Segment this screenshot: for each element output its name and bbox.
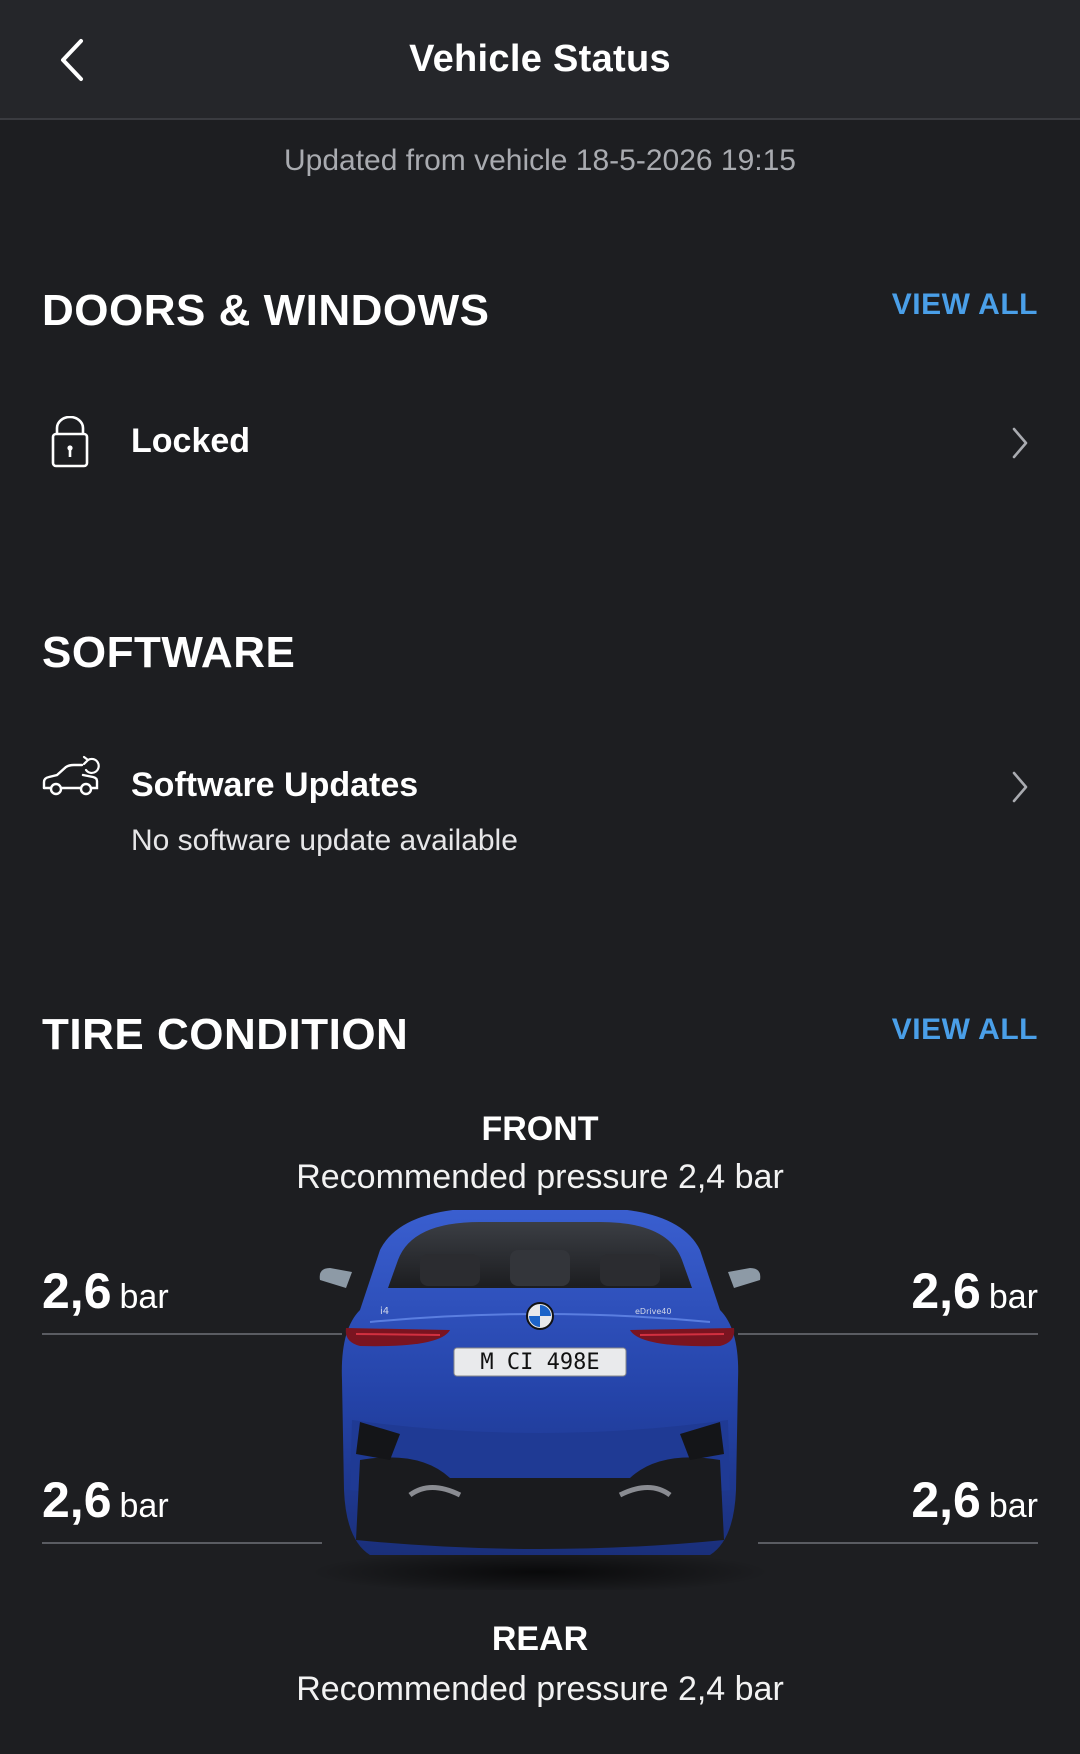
chevron-right-icon bbox=[1012, 771, 1028, 803]
model-badge: i4 bbox=[380, 1306, 389, 1317]
chevron-right-icon bbox=[1012, 427, 1028, 459]
pressure-value: 2,6 bbox=[42, 1472, 112, 1528]
lock-status-label: Locked bbox=[131, 422, 251, 460]
front-left-divider bbox=[42, 1333, 342, 1335]
pressure-unit: bar bbox=[119, 1487, 169, 1525]
front-right-divider bbox=[738, 1333, 1038, 1335]
top-bar: Vehicle Status bbox=[0, 0, 1080, 120]
vehicle-rear-image: i4 eDrive40 M CI 498E bbox=[310, 1210, 770, 1590]
tire-condition-heading: TIRE CONDITION bbox=[42, 1010, 409, 1059]
front-right-tire-pressure: 2,6 bar bbox=[911, 1262, 1038, 1320]
pressure-value: 2,6 bbox=[42, 1263, 112, 1319]
software-updates-subtitle: No software update available bbox=[131, 824, 518, 857]
doors-windows-view-all-link[interactable]: VIEW ALL bbox=[892, 288, 1038, 322]
software-heading: SOFTWARE bbox=[42, 628, 296, 677]
rear-left-divider bbox=[42, 1542, 322, 1544]
page-title: Vehicle Status bbox=[409, 38, 671, 80]
rear-axle-label: REAR bbox=[491, 1620, 589, 1658]
pressure-unit: bar bbox=[988, 1487, 1038, 1525]
doors-windows-heading: DOORS & WINDOWS bbox=[42, 286, 490, 335]
rear-recommended-pressure: Recommended pressure 2,4 bar bbox=[296, 1670, 784, 1708]
pressure-value: 2,6 bbox=[911, 1263, 981, 1319]
software-updates-row[interactable]: Software Updates No software update avai… bbox=[0, 744, 1080, 864]
rear-right-divider bbox=[758, 1542, 1038, 1544]
doors-locked-row[interactable]: Locked bbox=[0, 400, 1080, 484]
rear-right-tire-pressure: 2,6 bar bbox=[911, 1471, 1038, 1529]
front-recommended-pressure: Recommended pressure 2,4 bar bbox=[296, 1158, 784, 1196]
lock-icon bbox=[51, 416, 89, 468]
pressure-value: 2,6 bbox=[911, 1472, 981, 1528]
pressure-unit: bar bbox=[119, 1278, 169, 1316]
car-update-icon bbox=[42, 755, 100, 796]
software-updates-title: Software Updates bbox=[131, 766, 419, 804]
drivetrain-badge: eDrive40 bbox=[635, 1307, 671, 1316]
tire-condition-view-all-link[interactable]: VIEW ALL bbox=[892, 1013, 1038, 1047]
pressure-unit: bar bbox=[988, 1278, 1038, 1316]
last-updated-text: Updated from vehicle 18-5-2026 19:15 bbox=[284, 144, 796, 177]
rear-left-tire-pressure: 2,6 bar bbox=[42, 1471, 169, 1529]
front-left-tire-pressure: 2,6 bar bbox=[42, 1262, 169, 1320]
front-axle-label: FRONT bbox=[481, 1110, 599, 1148]
license-plate: M CI 498E bbox=[480, 1350, 599, 1375]
